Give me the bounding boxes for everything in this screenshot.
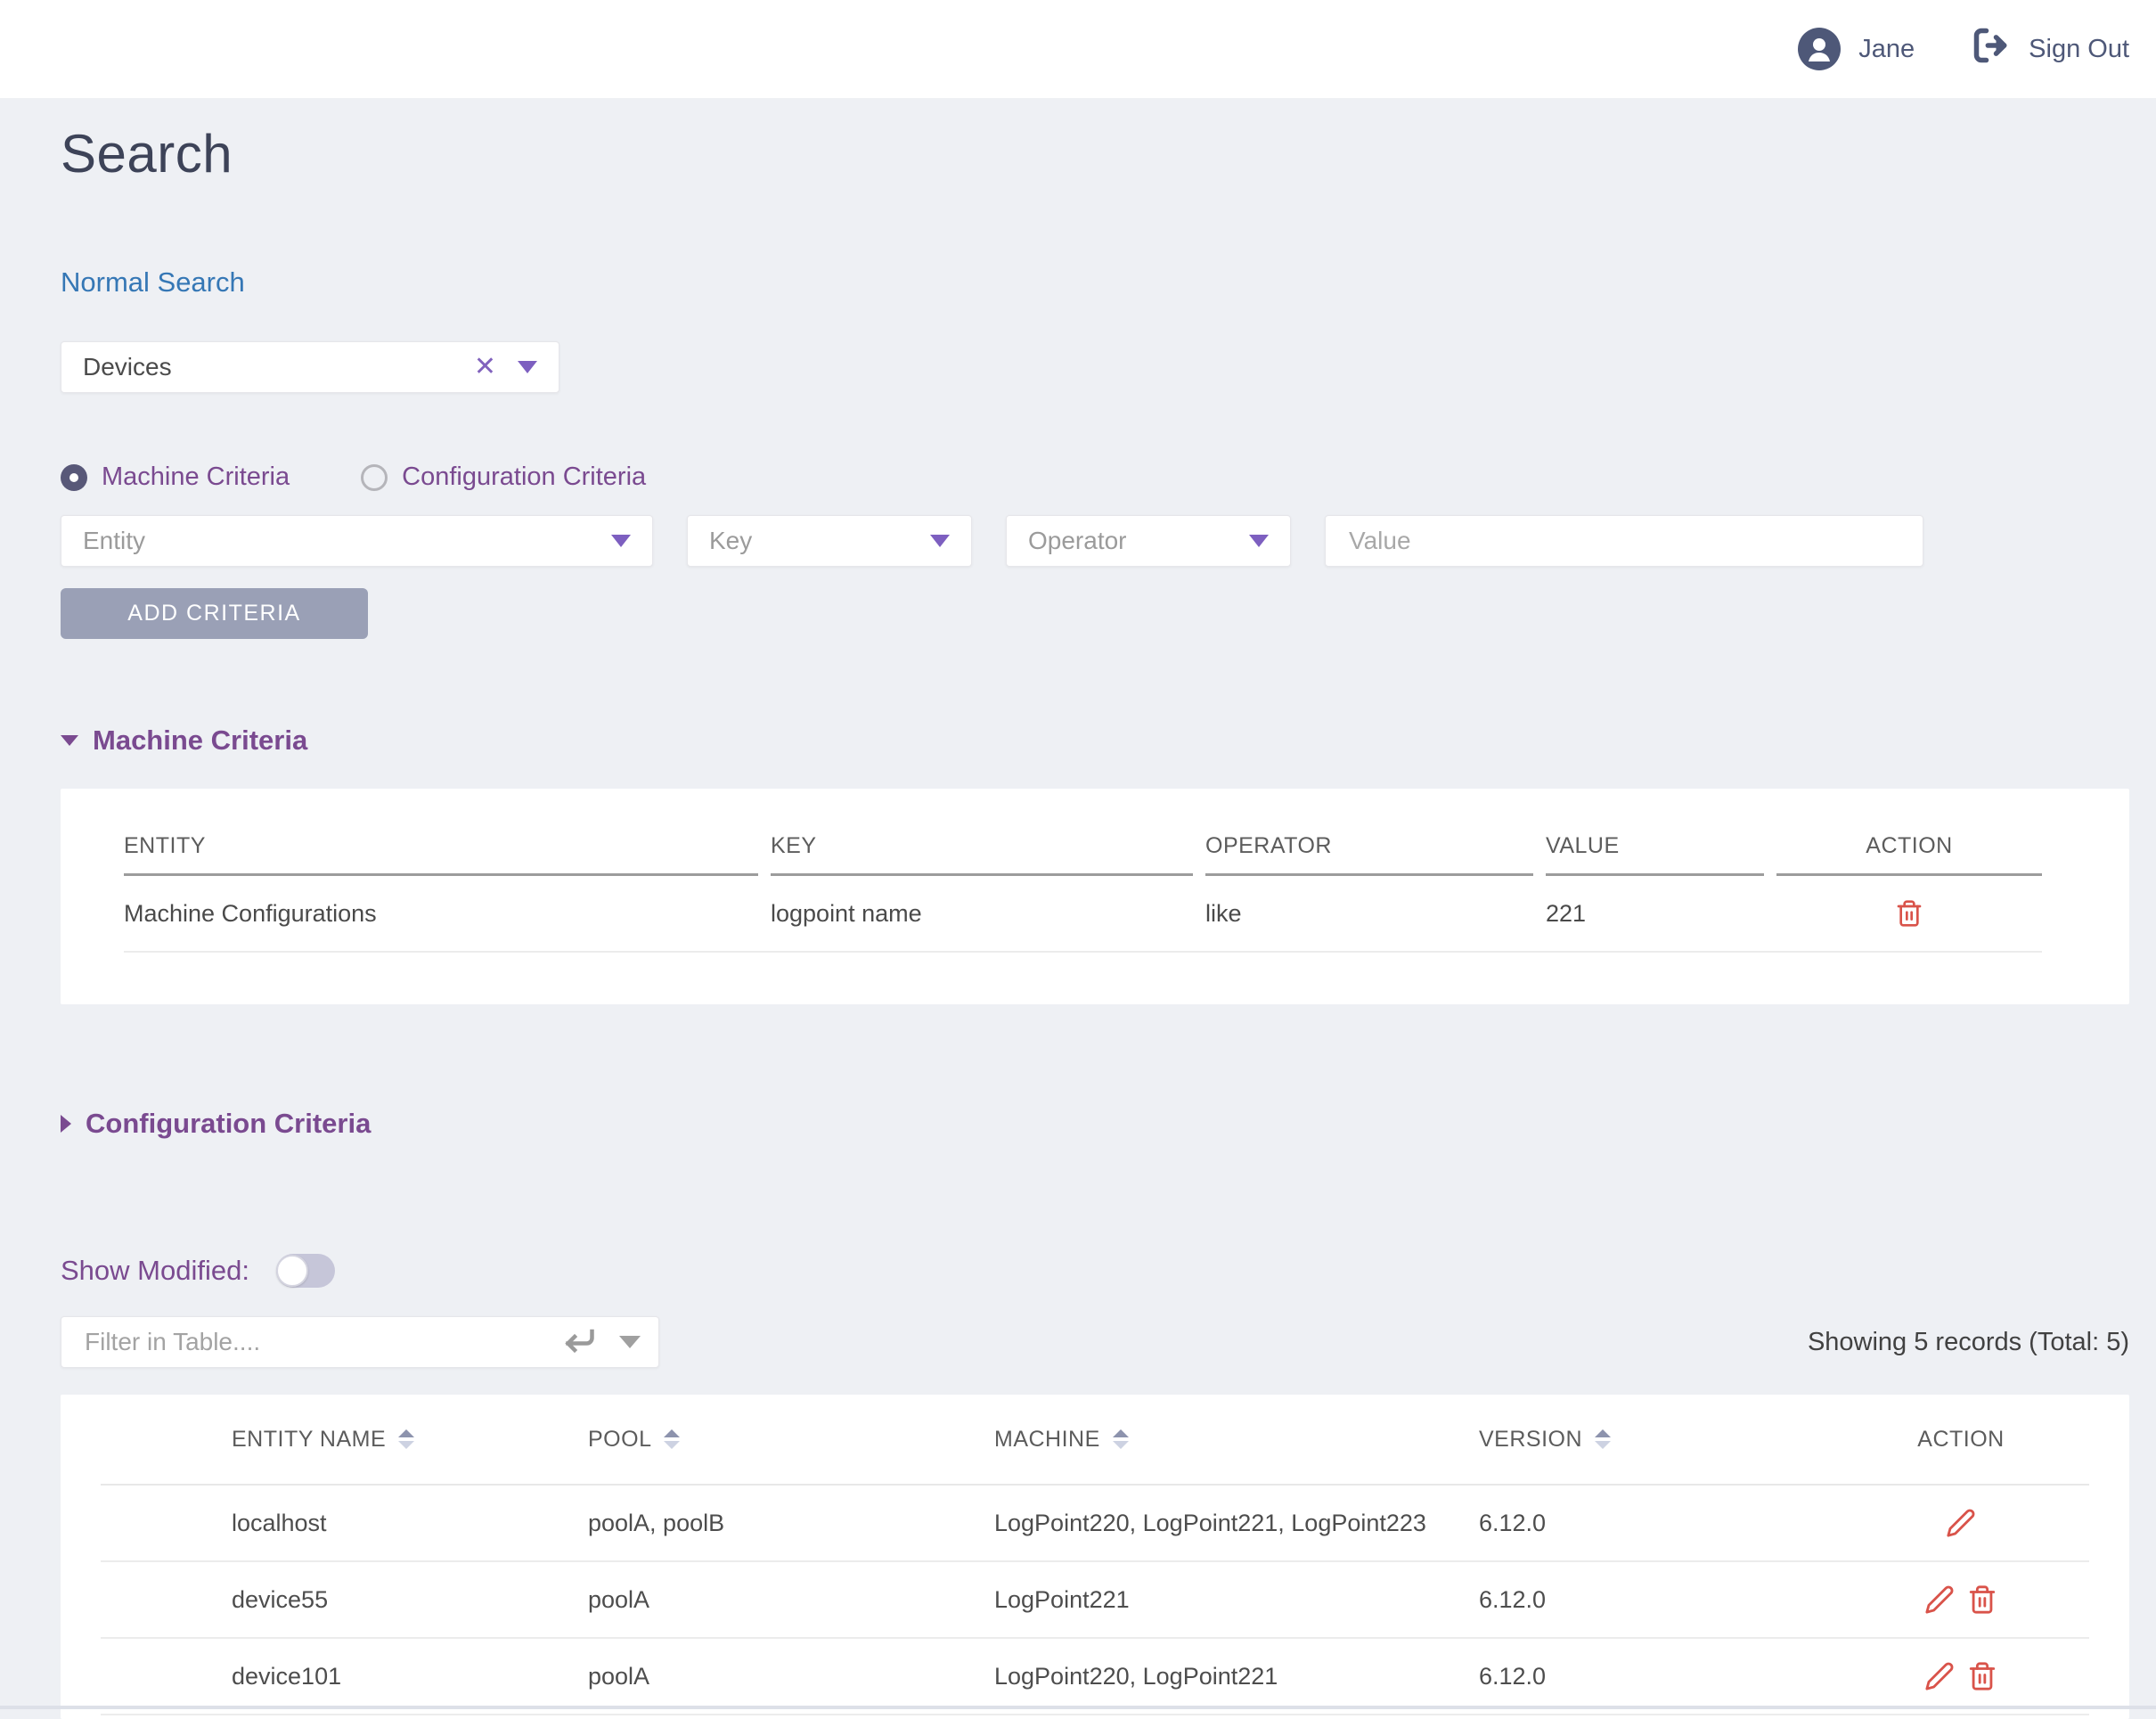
enter-key-icon[interactable] <box>564 1323 596 1362</box>
delete-icon[interactable] <box>1967 1584 1997 1615</box>
delete-icon[interactable] <box>1967 1661 1997 1691</box>
radio-selected-icon <box>61 464 87 491</box>
version-cell: 6.12.0 <box>1479 1510 1833 1537</box>
criteria-value-value: 221 <box>1546 900 1776 928</box>
machine-criteria-section-title: Machine Criteria <box>93 724 307 757</box>
machine-criteria-card: ENTITY KEY OPERATOR VALUE ACTION Machine… <box>61 789 2129 1004</box>
sign-out-label: Sign Out <box>2029 35 2129 64</box>
collapse-arrow-icon <box>61 735 78 746</box>
table-filter-wrap <box>61 1316 659 1368</box>
add-criteria-button[interactable]: ADD CRITERIA <box>61 588 368 639</box>
configuration-criteria-section-toggle[interactable]: Configuration Criteria <box>61 1108 371 1140</box>
chevron-down-icon <box>611 535 631 547</box>
pool-cell: poolA, poolB <box>588 1510 994 1537</box>
key-select[interactable]: Key <box>687 515 972 567</box>
version-cell: 6.12.0 <box>1479 1663 1833 1690</box>
criteria-operator-value: like <box>1205 900 1546 928</box>
sort-icon[interactable] <box>398 1429 414 1449</box>
results-table-card: ENTITY NAME POOL MACHINE VERSION ACTION … <box>61 1395 2129 1719</box>
criteria-key-value: logpoint name <box>771 900 1205 928</box>
criteria-type-radios: Machine Criteria Configuration Criteria <box>61 462 2129 492</box>
criteria-col-key: KEY <box>771 833 1193 876</box>
col-pool[interactable]: POOL <box>588 1427 994 1453</box>
clear-selection-icon[interactable]: ✕ <box>474 354 496 381</box>
chevron-down-icon <box>1249 535 1269 547</box>
col-entity-name[interactable]: ENTITY NAME <box>101 1427 588 1453</box>
criteria-col-operator: OPERATOR <box>1205 833 1533 876</box>
entity-name-cell: localhost <box>101 1510 588 1537</box>
edit-icon[interactable] <box>1946 1508 1976 1538</box>
operator-select[interactable]: Operator <box>1006 515 1291 567</box>
operator-select-placeholder: Operator <box>1028 527 1127 555</box>
machine-cell: LogPoint220, LogPoint221, LogPoint223 <box>994 1510 1479 1537</box>
table-row: device101 poolA LogPoint220, LogPoint221… <box>101 1639 2089 1715</box>
machine-cell: LogPoint220, LogPoint221 <box>994 1663 1479 1690</box>
criteria-entity-value: Machine Configurations <box>124 900 771 928</box>
machine-criteria-section-toggle[interactable]: Machine Criteria <box>61 724 307 757</box>
top-bar: Jane Sign Out <box>0 0 2156 98</box>
version-cell: 6.12.0 <box>1479 1586 1833 1614</box>
criteria-form: Entity Key Operator <box>61 515 2129 567</box>
delete-criteria-icon[interactable] <box>1895 899 1923 928</box>
scope-select[interactable]: Devices ✕ <box>61 341 559 393</box>
entity-select[interactable]: Entity <box>61 515 653 567</box>
machine-cell: LogPoint221 <box>994 1586 1479 1614</box>
radio-unselected-icon <box>361 464 388 491</box>
configuration-criteria-section-title: Configuration Criteria <box>86 1108 371 1140</box>
normal-search-link[interactable]: Normal Search <box>61 266 245 299</box>
col-version[interactable]: VERSION <box>1479 1427 1833 1453</box>
filter-chevron-down-icon[interactable] <box>619 1336 641 1348</box>
key-select-placeholder: Key <box>709 527 752 555</box>
filter-row: Showing 5 records (Total: 5) <box>61 1316 2129 1368</box>
criteria-col-value: VALUE <box>1546 833 1764 876</box>
sign-out-button[interactable]: Sign Out <box>1972 26 2129 72</box>
page-title: Search <box>61 123 2129 184</box>
edit-icon[interactable] <box>1924 1584 1955 1615</box>
expand-arrow-icon <box>61 1115 71 1133</box>
entity-name-cell: device55 <box>101 1586 588 1614</box>
pool-cell: poolA <box>588 1586 994 1614</box>
sort-icon[interactable] <box>1595 1429 1611 1449</box>
criteria-col-action: ACTION <box>1776 833 2042 876</box>
sign-out-icon <box>1972 26 2011 72</box>
criteria-col-entity: ENTITY <box>124 833 758 876</box>
user-menu[interactable]: Jane <box>1798 28 1915 70</box>
value-field-wrap <box>1325 515 1923 567</box>
table-filter-input[interactable] <box>83 1327 475 1357</box>
criteria-table-header: ENTITY KEY OPERATOR VALUE ACTION <box>124 789 2042 876</box>
entity-name-cell: device101 <box>101 1663 588 1690</box>
records-summary: Showing 5 records (Total: 5) <box>1808 1328 2129 1357</box>
entity-select-placeholder: Entity <box>83 527 145 555</box>
radio-machine-criteria[interactable]: Machine Criteria <box>61 462 290 492</box>
chevron-down-icon <box>930 535 950 547</box>
show-modified-toggle[interactable] <box>276 1254 335 1288</box>
col-action: ACTION <box>1833 1427 2089 1453</box>
toggle-knob <box>276 1255 308 1287</box>
radio-configuration-criteria[interactable]: Configuration Criteria <box>361 462 646 492</box>
username-label: Jane <box>1858 35 1915 64</box>
show-modified-label: Show Modified: <box>61 1255 249 1287</box>
radio-machine-criteria-label: Machine Criteria <box>102 462 290 492</box>
value-field[interactable] <box>1347 526 1901 556</box>
scope-select-value: Devices <box>83 353 172 381</box>
radio-configuration-criteria-label: Configuration Criteria <box>402 462 646 492</box>
sort-icon[interactable] <box>664 1429 680 1449</box>
table-row: localhost poolA, poolB LogPoint220, LogP… <box>101 1486 2089 1562</box>
chevron-down-icon[interactable] <box>518 361 537 373</box>
user-avatar-icon <box>1798 28 1841 70</box>
table-row: device55 poolA LogPoint221 6.12.0 <box>101 1562 2089 1639</box>
pool-cell: poolA <box>588 1663 994 1690</box>
criteria-table-row: Machine Configurations logpoint name lik… <box>124 876 2042 953</box>
edit-icon[interactable] <box>1924 1661 1955 1691</box>
bottom-edge <box>0 1706 2156 1709</box>
col-machine[interactable]: MACHINE <box>994 1427 1479 1453</box>
results-table-header: ENTITY NAME POOL MACHINE VERSION ACTION <box>101 1395 2089 1486</box>
show-modified-row: Show Modified: <box>61 1254 2129 1288</box>
sort-icon[interactable] <box>1113 1429 1129 1449</box>
